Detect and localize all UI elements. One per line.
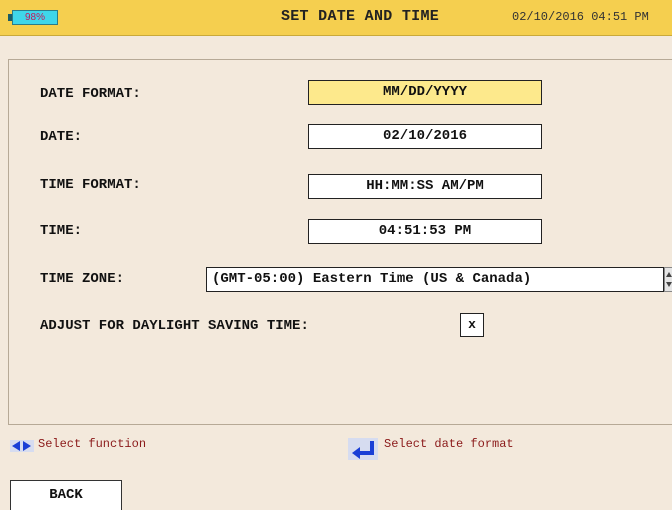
back-button[interactable]: BACK <box>10 480 122 510</box>
hint-select-date-format: Select date format <box>384 437 514 451</box>
date-format-field[interactable]: MM/DD/YYYY <box>308 80 542 105</box>
date-format-label: DATE FORMAT: <box>40 86 141 102</box>
enter-icon <box>348 438 378 460</box>
time-field[interactable]: 04:51:53 PM <box>308 219 542 244</box>
battery-icon: 98% <box>12 10 58 25</box>
spinner-up-icon[interactable] <box>666 272 672 277</box>
time-zone-label: TIME ZONE: <box>40 271 125 287</box>
spinner-down-icon[interactable] <box>666 282 672 287</box>
time-format-field[interactable]: HH:MM:SS AM/PM <box>308 174 542 199</box>
battery-level: 98% <box>24 12 45 23</box>
dst-label: ADJUST FOR DAYLIGHT SAVING TIME: <box>40 318 309 334</box>
header-bar: 98% SET DATE AND TIME 02/10/2016 04:51 P… <box>0 0 672 36</box>
dst-checkbox[interactable]: x <box>460 313 484 337</box>
date-field[interactable]: 02/10/2016 <box>308 124 542 149</box>
hint-select-function: Select function <box>38 437 147 451</box>
time-zone-spinner[interactable] <box>664 267 672 292</box>
page-title: SET DATE AND TIME <box>280 8 440 25</box>
arrow-right-icon <box>23 441 31 451</box>
date-label: DATE: <box>40 129 83 145</box>
time-zone-select[interactable]: (GMT-05:00) Eastern Time (US & Canada) <box>206 267 664 292</box>
left-right-arrows-icon <box>10 440 34 452</box>
arrow-left-icon <box>12 441 20 451</box>
time-format-label: TIME FORMAT: <box>40 177 141 193</box>
header-datetime: 02/10/2016 04:51 PM <box>512 10 649 24</box>
time-label: TIME: <box>40 223 83 239</box>
